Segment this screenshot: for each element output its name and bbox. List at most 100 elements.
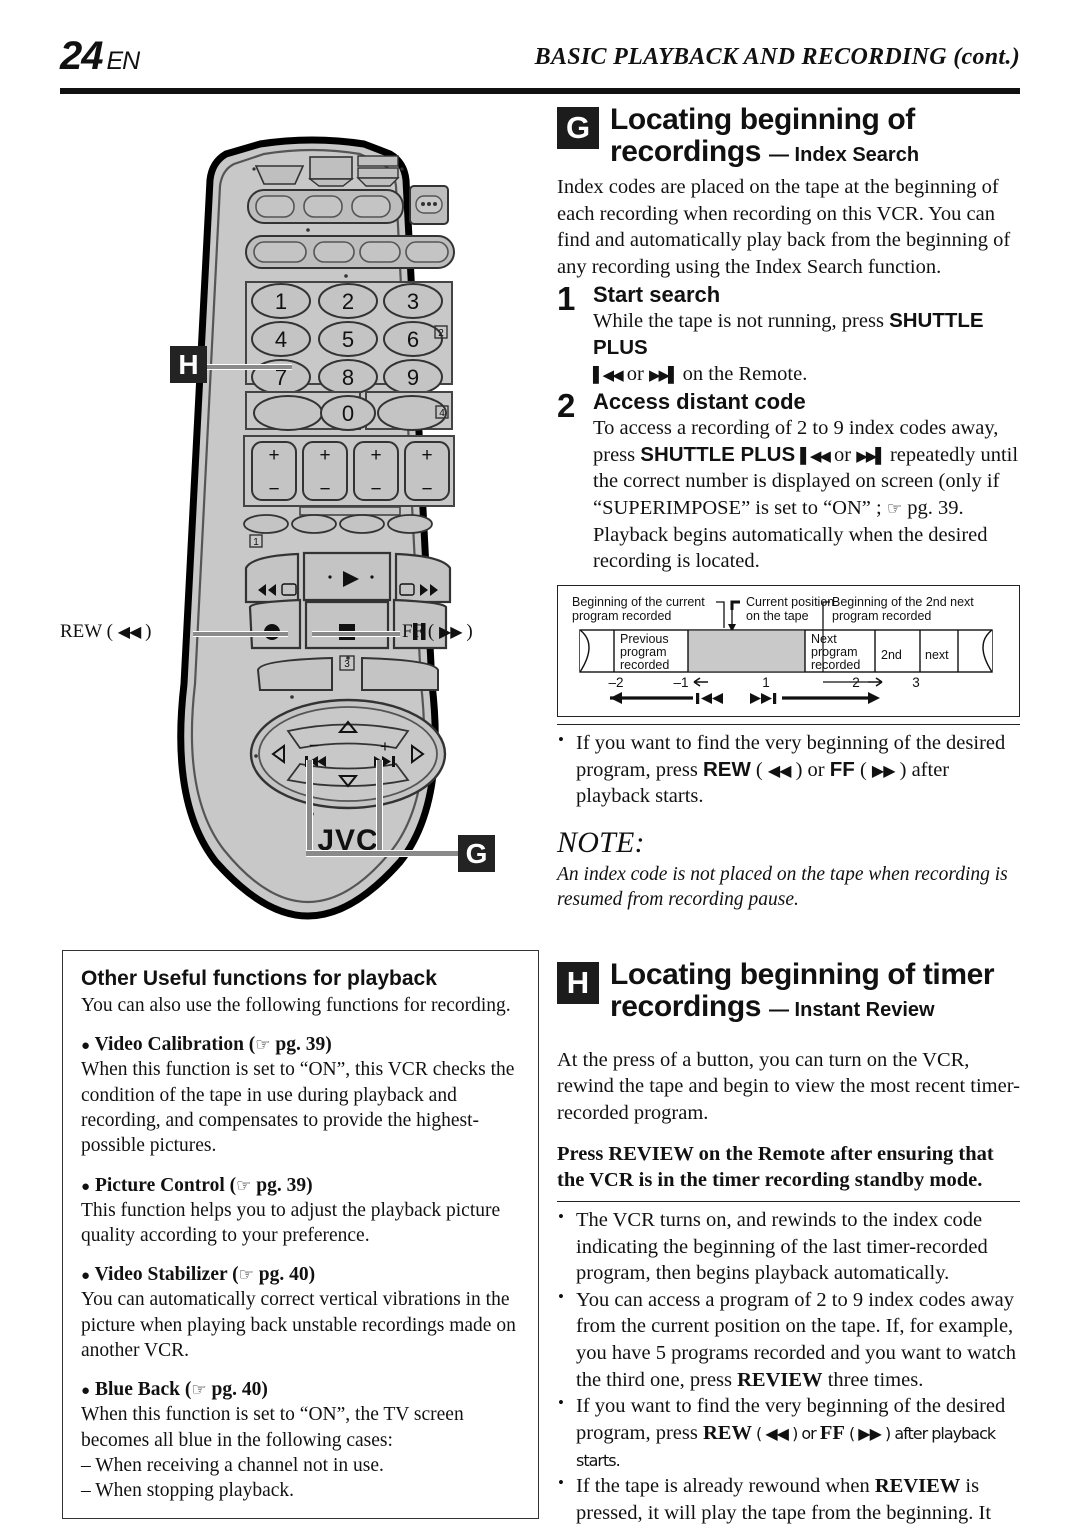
svg-text:2: 2: [438, 328, 444, 339]
info-item-sub-3-0: – When receiving a channel not in use.: [81, 1455, 384, 1477]
svg-text:Previous: Previous: [620, 632, 669, 646]
ff-glyph: ▶▶: [438, 622, 463, 641]
callout-badge-h: H: [170, 346, 207, 383]
step-2: 2 Access distant code To access a record…: [557, 386, 1020, 575]
scale-label-1: 1: [762, 675, 770, 690]
info-item-ref-3: pg. 40: [211, 1379, 262, 1401]
rew-glyph: ◀◀: [767, 760, 792, 780]
section-h-bullet-2: If you want to find the very beginning o…: [557, 1392, 1020, 1473]
info-item-sub-3-1: – When stopping playback.: [81, 1480, 295, 1502]
section-h-bullet-1: You can access a program of 2 to 9 index…: [557, 1286, 1020, 1394]
rew-label-close: ): [145, 621, 152, 642]
tape-diagram-box: Beginning of the current program recorde…: [557, 584, 1020, 717]
header-rule: [60, 88, 1020, 94]
svg-text:4: 4: [275, 327, 287, 352]
info-item-ref-1: pg. 39: [256, 1174, 307, 1196]
section-h-title: Locating beginning of timer recordings —…: [610, 957, 995, 1023]
info-box-intro: You can also use the following functions…: [81, 995, 511, 1016]
info-item-title-2: Video Stabilizer: [94, 1264, 228, 1286]
ff-label-close: ): [466, 621, 473, 642]
remote-control-illustration: 1 2 3 4 5 6 7 8 9 2 0 4 + + + + − − − − …: [60, 124, 560, 924]
info-item-title-0: Video Calibration: [94, 1034, 244, 1056]
svg-text:6: 6: [407, 327, 419, 352]
pointing-hand-icon: ☞: [238, 1265, 254, 1286]
svg-text:−: −: [319, 479, 330, 500]
tape-callout-mid-l1: Current position: [746, 595, 834, 609]
info-item-ref-2: pg. 40: [258, 1264, 309, 1286]
tape-callout-right-l1: Beginning of the 2nd next: [832, 595, 974, 609]
step-2-number: 2: [557, 386, 576, 424]
step-1-text-d: on the Remote.: [677, 363, 808, 386]
info-item-body-3: When this function is set to “ON”, the T…: [81, 1404, 464, 1451]
step-1-text-a: While the tape is not running, press: [593, 309, 890, 332]
note-label: NOTE:: [557, 825, 645, 859]
pointing-hand-icon: ☞: [886, 498, 903, 519]
bullet-dot: ●: [81, 1383, 91, 1400]
section-g-title-line2: recordings: [610, 135, 762, 169]
pointing-hand-icon: ☞: [191, 1380, 207, 1401]
ff-label-text: FF (: [402, 621, 435, 642]
section-h-bullet-3: If the tape is already rewound when REVI…: [557, 1472, 1020, 1526]
svg-text:−: −: [309, 736, 319, 755]
section-g-title-line1: Locating beginning of: [610, 103, 915, 136]
leader-line-ff: [312, 631, 400, 637]
leader-line-g-bottom: [306, 850, 472, 857]
bullet-2-glyph-rew: ( ◀◀ ) or: [751, 1424, 820, 1444]
svg-text:9: 9: [407, 365, 419, 390]
svg-text:program: program: [811, 645, 858, 659]
section-g-bullets: If you want to find the very beginning o…: [557, 729, 1020, 810]
scale-label--1: –1: [673, 675, 688, 690]
svg-text:next: next: [925, 648, 949, 662]
step-1-text-c: or: [621, 363, 649, 386]
section-g-badge: G: [557, 107, 599, 149]
svg-text:−: −: [370, 479, 381, 500]
page-header: 24 EN BASIC PLAYBACK AND RECORDING (cont.…: [60, 34, 1020, 92]
page-number-value: 24: [60, 34, 103, 78]
svg-text:2nd: 2nd: [881, 648, 902, 662]
bullet-3-bold: REVIEW: [874, 1475, 961, 1498]
step-2-title: Access distant code: [593, 388, 806, 414]
section-h-title-line2: recordings: [610, 989, 762, 1023]
left-column: 1 2 3 4 5 6 7 8 9 2 0 4 + + + + − − − − …: [60, 104, 540, 1519]
bullet-0-text: The VCR turns on, and rewinds to the ind…: [576, 1208, 988, 1285]
other-useful-functions-box: Other Useful functions for playback You …: [62, 950, 539, 1519]
step-2-ref: pg. 39: [907, 496, 959, 519]
info-item-body-0: When this function is set to “ON”, this …: [81, 1059, 515, 1157]
svg-text:2: 2: [342, 289, 354, 314]
svg-text:1: 1: [253, 537, 259, 548]
bullet-dot: ●: [81, 1268, 91, 1285]
step-2-text: To access a recording of 2 to 9 index co…: [593, 415, 1020, 575]
note-text: An index code is not placed on the tape …: [557, 863, 1008, 911]
divider-section-h: [557, 1200, 1020, 1202]
info-item-title-3: Blue Back: [94, 1379, 180, 1401]
bullet-2-bold-rew: REW: [702, 1422, 752, 1445]
step-1-text: While the tape is not running, press SHU…: [593, 308, 1020, 388]
bullet-dot: ●: [81, 1178, 91, 1195]
bullet-2-bold-ff: FF: [819, 1422, 845, 1445]
bullet-1-bold: REVIEW: [737, 1368, 823, 1391]
bullet-bold-rew: REW: [702, 757, 751, 781]
section-g-bullet-0: If you want to find the very beginning o…: [557, 729, 1020, 810]
info-box-title: Other Useful functions for playback: [81, 967, 437, 990]
leader-line-rew: [193, 631, 288, 637]
step-1-body: Start search While the tape is not runni…: [593, 282, 1020, 388]
tape-callout-mid-l2: on the tape: [746, 609, 809, 623]
step-1: 1 Start search While the tape is not run…: [557, 282, 1020, 388]
svg-text:+: +: [380, 737, 390, 756]
shuttle-ff-glyph: ▶▶▌: [856, 446, 887, 465]
rew-label: REW ( ◀◀ ): [60, 621, 151, 643]
bullet-paren-close: ) or: [790, 758, 830, 781]
svg-text:−: −: [268, 479, 279, 500]
bullet-dot: ●: [81, 1038, 91, 1055]
svg-text:recorded: recorded: [811, 658, 860, 672]
info-item-heading-1: ● Picture Control (☞ pg. 39): [81, 1174, 313, 1196]
section-g-header: G Locating beginning of recordings — Ind…: [557, 103, 1020, 169]
section-h-title-line1: Locating beginning of timer: [610, 957, 995, 991]
svg-text:1: 1: [275, 289, 287, 314]
tape-diagram-svg: Beginning of the current program recorde…: [572, 595, 993, 704]
svg-text:+: +: [421, 445, 432, 466]
section-h-intro: At the press of a button, you can turn o…: [557, 1048, 1020, 1124]
ff-glyph: ▶▶: [871, 760, 896, 780]
section-h-badge: H: [557, 961, 599, 1004]
rew-label-text: REW (: [60, 621, 113, 642]
